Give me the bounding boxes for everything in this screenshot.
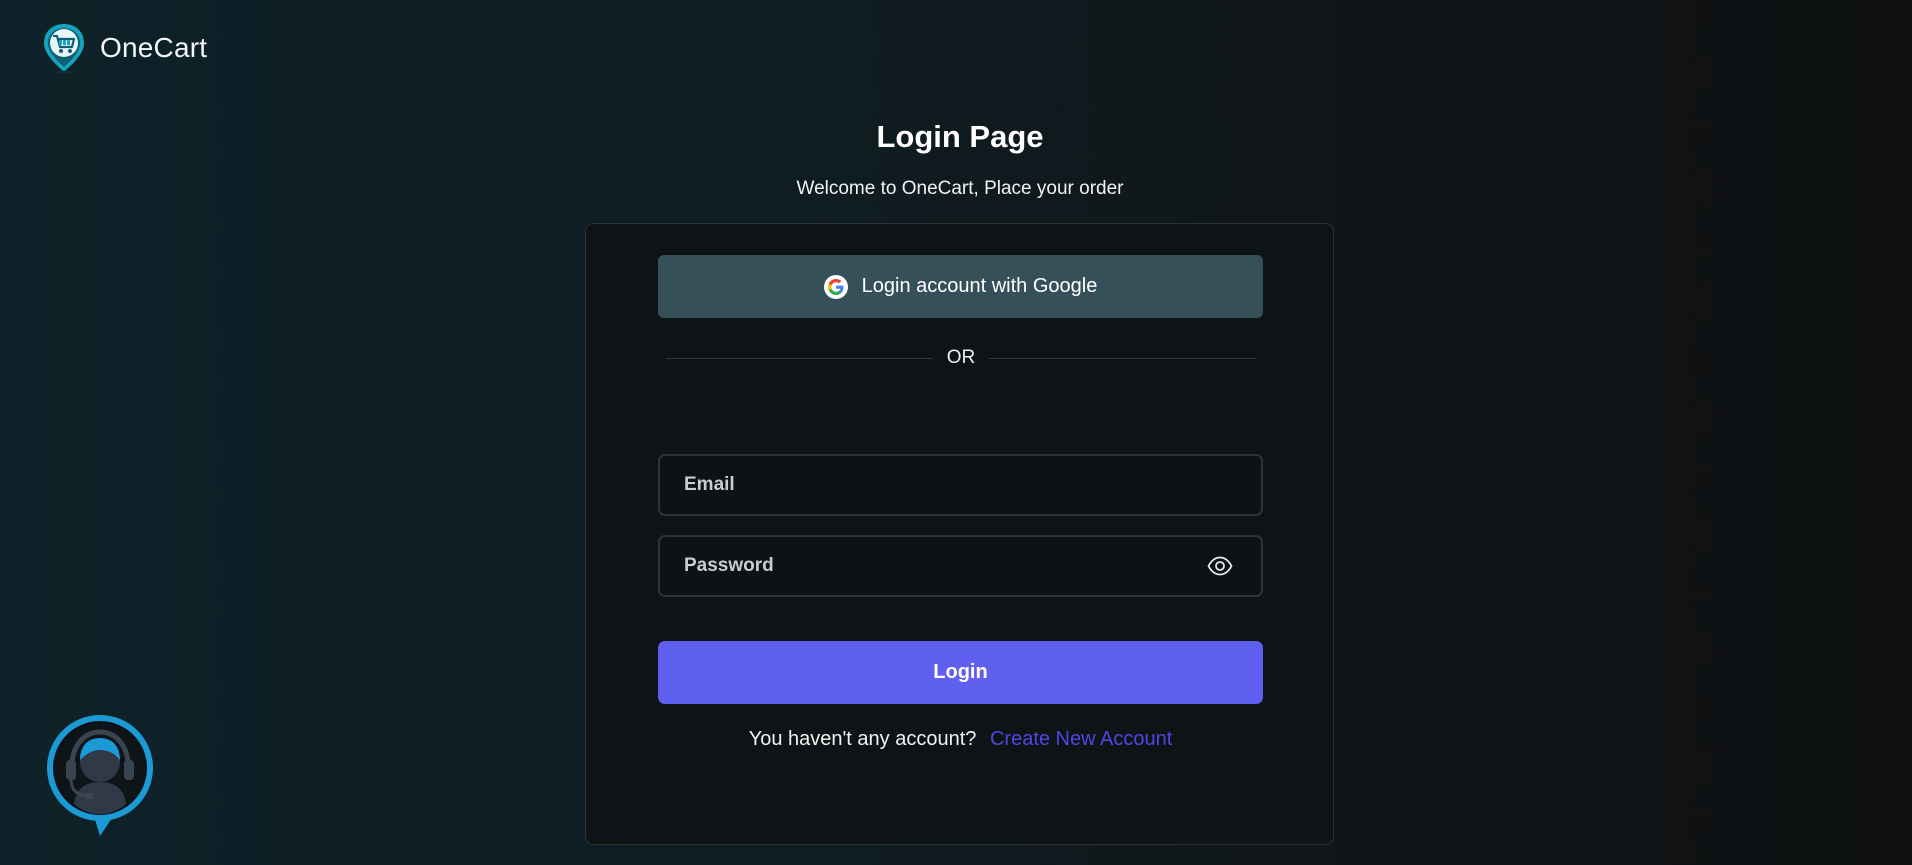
or-divider: OR [666,343,1256,373]
divider-line-left [666,357,933,359]
brand-name: OneCart [100,32,208,63]
cart-pin-logo-icon [44,24,84,74]
eye-icon[interactable] [1207,556,1233,576]
login-button[interactable]: Login [658,641,1263,704]
page-subtitle: Welcome to OneCart, Place your order [796,178,1124,199]
login-card: Login account with Google OR Login You h… [585,223,1334,845]
page-title: Login Page [876,119,1044,154]
brand[interactable]: OneCart [40,22,207,74]
email-input[interactable] [660,456,1261,514]
divider-line-right [989,357,1256,359]
signup-row: You haven't any account? Create New Acco… [586,728,1335,751]
headset-support-icon[interactable] [44,712,156,836]
password-field-wrapper [658,535,1263,597]
signup-prompt: You haven't any account? [748,728,977,750]
or-text: OR [946,347,976,368]
google-login-button[interactable]: Login account with Google [658,255,1263,318]
email-field-wrapper [658,454,1263,516]
password-input[interactable] [660,537,1261,595]
create-account-link[interactable]: Create New Account [990,728,1172,750]
google-icon [823,274,848,299]
google-login-label: Login account with Google [861,275,1098,297]
